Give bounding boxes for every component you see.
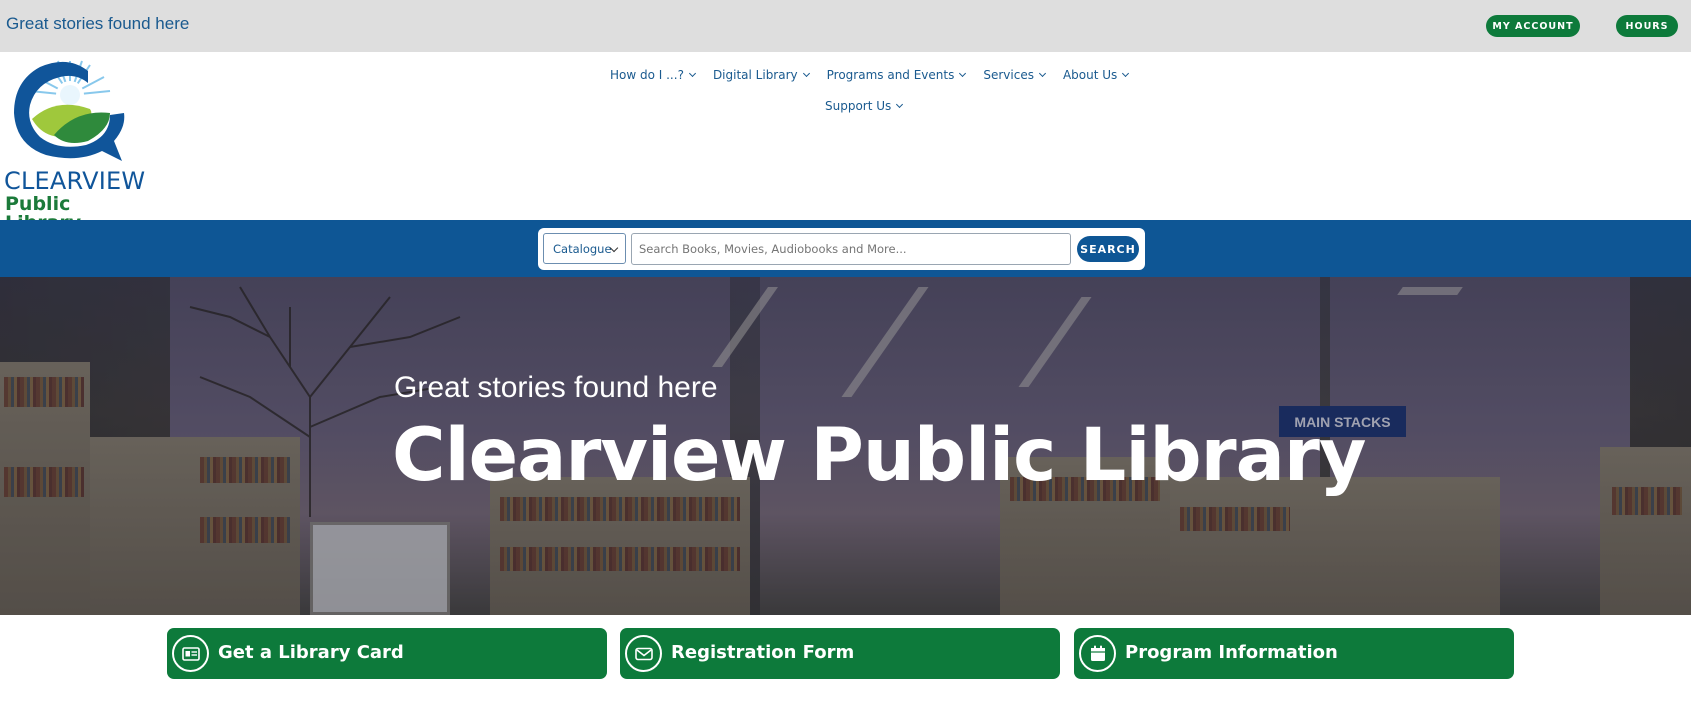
chevron-down-icon: [688, 69, 696, 78]
site-header: CLEARVIEW Public Library How do I ...? D…: [0, 52, 1691, 233]
nav-item-digital-library[interactable]: Digital Library: [712, 68, 810, 82]
nav-label: Digital Library: [712, 68, 798, 82]
search-bar: Catalogue SEARCH: [0, 220, 1691, 277]
nav-label: How do I ...?: [610, 68, 684, 82]
nav-item-services[interactable]: Services: [983, 68, 1047, 82]
nav-item-about-us[interactable]: About Us: [1062, 68, 1130, 82]
main-nav: How do I ...? Digital Library Programs a…: [610, 68, 1146, 82]
search-input[interactable]: [631, 233, 1071, 265]
cta-label: Get a Library Card: [218, 642, 404, 663]
search-button[interactable]: SEARCH: [1077, 236, 1139, 262]
cta-label: Program Information: [1125, 642, 1338, 663]
cta-label: Registration Form: [671, 642, 855, 663]
chevron-down-icon: [896, 100, 904, 109]
chevron-down-icon: [1038, 69, 1047, 78]
tagline: Great stories found here: [6, 14, 190, 33]
chevron-down-icon: [1122, 69, 1130, 78]
nav-label: Support Us: [825, 99, 892, 113]
hero-banner: MAIN STACKS Great stories found here Cle…: [0, 277, 1691, 615]
get-library-card-button[interactable]: Get a Library Card: [167, 628, 607, 679]
nav-item-how-do-i[interactable]: How do I ...?: [610, 68, 696, 82]
nav-label: Programs and Events: [826, 68, 955, 82]
library-card-icon: [172, 635, 209, 672]
top-utility-bar: Great stories found here MY ACCOUNT HOUR…: [0, 0, 1691, 52]
logo-mark-icon: [14, 60, 125, 161]
search-box: Catalogue SEARCH: [538, 228, 1145, 270]
hero-subtitle: Great stories found here: [394, 371, 718, 404]
nav-item-programs-and-events[interactable]: Programs and Events: [826, 68, 967, 82]
calendar-icon: [1079, 635, 1116, 672]
registration-form-button[interactable]: Registration Form: [620, 628, 1060, 679]
chevron-down-icon: [959, 69, 967, 78]
library-logo[interactable]: CLEARVIEW Public Library: [4, 57, 145, 233]
nav-label: About Us: [1062, 68, 1118, 82]
my-account-button[interactable]: MY ACCOUNT: [1486, 15, 1580, 37]
logo-text-clearview: CLEARVIEW: [4, 167, 146, 195]
nav-label: Services: [983, 68, 1034, 82]
hero-title: Clearview Public Library: [392, 413, 1366, 498]
program-information-button[interactable]: Program Information: [1074, 628, 1514, 679]
chevron-down-icon: [802, 69, 810, 78]
search-scope-select[interactable]: Catalogue: [543, 233, 626, 264]
search-scope-value: Catalogue: [553, 241, 612, 256]
nav-item-support-us[interactable]: Support Us: [825, 99, 904, 113]
main-nav-row-2: Support Us: [825, 99, 920, 113]
hours-button[interactable]: HOURS: [1616, 15, 1678, 37]
envelope-icon: [625, 635, 662, 672]
